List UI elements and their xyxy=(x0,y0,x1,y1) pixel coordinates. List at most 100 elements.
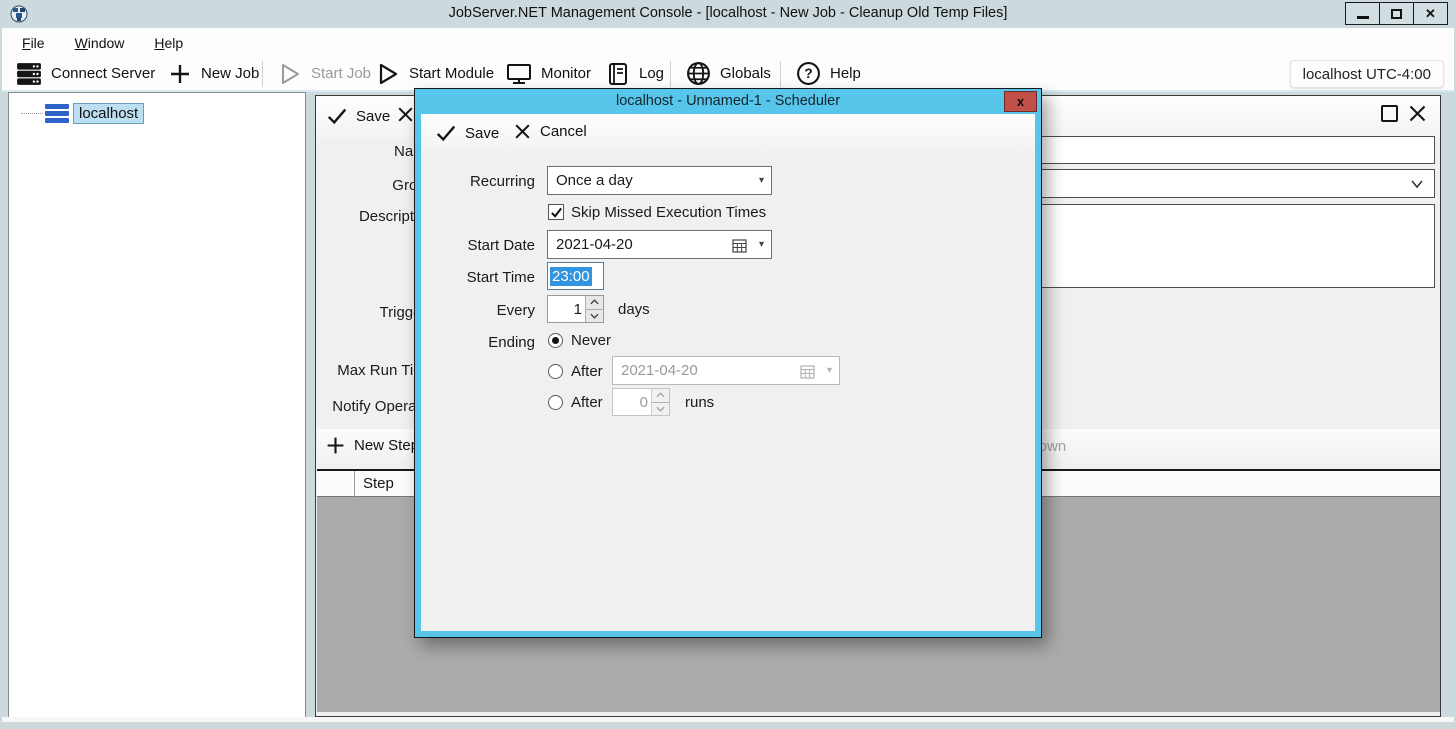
application-window: JobServer.NET Management Console - [loca… xyxy=(0,0,1456,729)
window-controls: ✕ xyxy=(1345,2,1448,25)
stepper-down-button[interactable] xyxy=(586,309,603,322)
monitor-button[interactable]: Monitor xyxy=(500,57,597,90)
column-divider xyxy=(354,471,355,497)
after-runs-value: 0 xyxy=(639,393,648,411)
recurring-label: Recurring xyxy=(469,173,535,190)
connect-server-label: Connect Server xyxy=(51,65,156,82)
monitor-label: Monitor xyxy=(541,65,592,82)
menu-file[interactable]: File xyxy=(22,35,45,51)
scheduler-dialog-title: localhost - Unnamed-1 - Scheduler xyxy=(615,93,841,109)
scheduler-cancel-label: Cancel xyxy=(540,123,587,140)
chevron-up-icon xyxy=(656,392,665,398)
ending-label: Ending xyxy=(488,334,535,351)
stepper-buttons xyxy=(651,389,669,415)
after-date-value: 2021-04-20 xyxy=(621,362,698,379)
x-icon xyxy=(398,107,413,122)
globals-label: Globals xyxy=(720,65,771,82)
stepper-up-button[interactable] xyxy=(652,389,669,403)
ending-after-runs-radio[interactable] xyxy=(548,395,563,410)
after-runs-unit-label: runs xyxy=(685,394,715,411)
globe-icon xyxy=(687,62,710,85)
every-unit-label: days xyxy=(618,301,650,318)
close-button[interactable]: ✕ xyxy=(1413,2,1448,25)
minimize-button[interactable] xyxy=(1345,2,1380,25)
stepper-buttons xyxy=(585,296,603,322)
scheduler-close-button[interactable]: x xyxy=(1004,91,1037,112)
tree-node-label: localhost xyxy=(73,103,145,124)
every-value: 1 xyxy=(573,300,582,318)
main-toolbar: Connect Server New Job Start Job Start M… xyxy=(2,57,1454,92)
svg-text:?: ? xyxy=(804,66,812,81)
log-button[interactable]: Log xyxy=(600,57,670,90)
recurring-dropdown[interactable]: Once a day ▾ xyxy=(547,166,772,195)
help-label: Help xyxy=(830,65,861,82)
globals-button[interactable]: Globals xyxy=(680,57,777,90)
window-bottom-frame xyxy=(2,717,1454,722)
play-icon xyxy=(282,63,299,84)
start-job-label: Start Job xyxy=(311,65,372,82)
new-job-button[interactable]: New Job xyxy=(162,57,265,90)
window-title: JobServer.NET Management Console - [loca… xyxy=(448,5,1008,21)
start-module-label: Start Module xyxy=(409,65,495,82)
log-label: Log xyxy=(639,65,665,82)
check-icon xyxy=(327,108,347,125)
start-date-label: Start Date xyxy=(467,237,535,254)
scheduler-dialog-content: Save Cancel Recurring Once a day ▾ Skip … xyxy=(421,114,1035,631)
monitor-icon xyxy=(507,63,531,84)
play-icon xyxy=(379,63,398,84)
chevron-down-icon xyxy=(1411,180,1423,189)
minimize-icon xyxy=(1356,16,1369,19)
job-save-button[interactable]: Save xyxy=(326,105,390,127)
maximize-icon xyxy=(1391,8,1402,19)
start-module-button[interactable]: Start Module xyxy=(370,57,500,90)
chevron-up-icon xyxy=(590,299,599,305)
stepper-up-button[interactable] xyxy=(586,296,603,310)
every-label: Every xyxy=(496,302,535,319)
scheduler-dialog: localhost - Unnamed-1 - Scheduler x Save… xyxy=(414,88,1042,638)
scheduler-toolbar: Save Cancel xyxy=(421,114,1035,152)
ending-after-date-radio[interactable] xyxy=(548,364,563,379)
tree-node-localhost[interactable]: localhost xyxy=(21,103,145,124)
close-icon: x xyxy=(1016,94,1025,109)
menu-help[interactable]: Help xyxy=(154,35,183,51)
scheduler-save-label: Save xyxy=(465,124,500,142)
calendar-icon xyxy=(732,239,747,253)
restore-window-icon[interactable] xyxy=(1381,105,1398,122)
scheduler-cancel-button[interactable]: Cancel xyxy=(513,122,587,141)
log-book-icon xyxy=(609,62,627,85)
menu-window[interactable]: Window xyxy=(75,35,125,51)
calendar-icon xyxy=(800,365,815,379)
stepper-down-button[interactable] xyxy=(652,402,669,415)
close-window-icon[interactable] xyxy=(1407,103,1428,124)
checkmark-icon xyxy=(550,207,562,218)
after-date-picker[interactable]: 2021-04-20 ▾ xyxy=(612,356,840,385)
server-node-icon xyxy=(45,104,69,123)
new-step-button[interactable]: New Step xyxy=(325,435,419,456)
server-tree-panel: localhost xyxy=(8,92,306,720)
close-icon: ✕ xyxy=(1425,5,1436,21)
after-date-label: After xyxy=(571,363,603,380)
maximize-button[interactable] xyxy=(1379,2,1414,25)
help-button[interactable]: ? Help xyxy=(790,57,867,90)
server-status: localhost UTC-4:00 xyxy=(1289,60,1444,88)
start-job-button[interactable]: Start Job xyxy=(272,57,377,90)
start-date-picker[interactable]: 2021-04-20 ▾ xyxy=(547,230,772,259)
connect-server-button[interactable]: Connect Server xyxy=(10,57,161,90)
dropdown-arrow-icon: ▾ xyxy=(758,175,764,186)
step-column-header[interactable]: Step xyxy=(363,475,394,492)
x-icon xyxy=(515,124,530,139)
start-time-input[interactable]: 23:00 xyxy=(547,262,604,290)
chevron-down-icon xyxy=(590,313,599,319)
skip-missed-checkbox[interactable] xyxy=(548,204,564,220)
after-runs-stepper[interactable]: 0 xyxy=(612,388,670,416)
scheduler-save-button[interactable]: Save xyxy=(435,122,499,144)
plus-icon xyxy=(327,437,344,454)
menu-bar: File Window Help xyxy=(2,28,1454,57)
every-days-stepper[interactable]: 1 xyxy=(547,295,604,323)
ending-never-label: Never xyxy=(571,332,612,349)
tree-connector xyxy=(21,113,43,114)
ending-never-radio[interactable] xyxy=(548,333,563,348)
start-date-value: 2021-04-20 xyxy=(556,236,633,253)
dropdown-arrow-icon: ▾ xyxy=(758,239,764,250)
question-icon: ? xyxy=(797,62,820,85)
